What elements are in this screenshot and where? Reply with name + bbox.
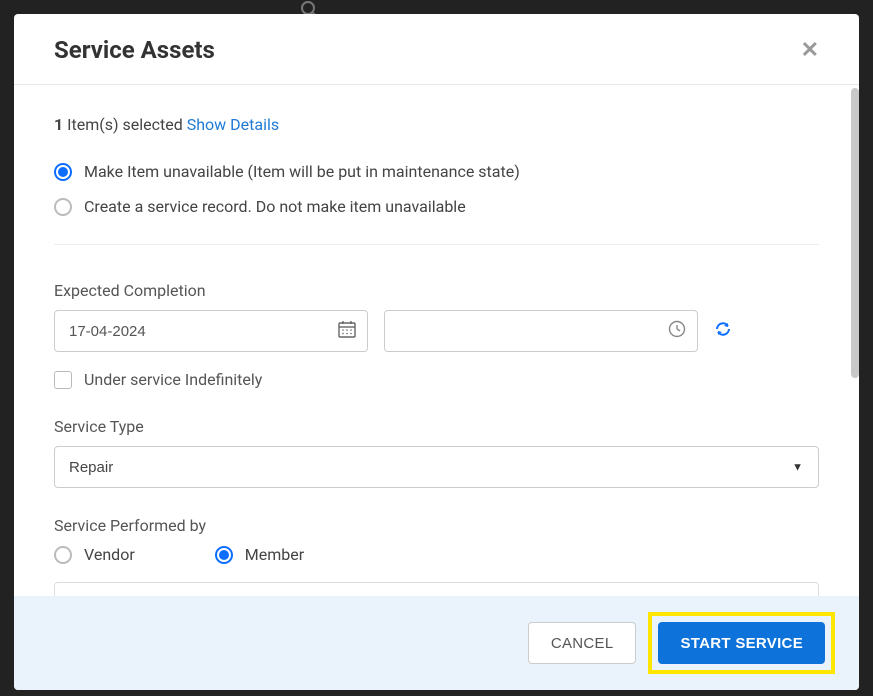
checkbox-icon — [54, 371, 72, 389]
member-select[interactable]: Henry Smith — [54, 582, 819, 596]
date-input[interactable] — [54, 310, 368, 352]
date-time-row — [54, 310, 819, 352]
checkbox-label: Under service Indefinitely — [84, 370, 262, 389]
radio-icon — [54, 198, 72, 216]
highlight-box: START SERVICE — [648, 612, 835, 674]
time-input-wrap — [384, 310, 698, 352]
divider — [54, 244, 819, 245]
availability-radio-group: Make Item unavailable (Item will be put … — [54, 162, 819, 216]
time-input[interactable] — [384, 310, 698, 352]
service-assets-modal: Service Assets ✕ 1 Item(s) selected Show… — [14, 14, 859, 690]
modal-footer: CANCEL START SERVICE — [14, 596, 859, 690]
close-button[interactable]: ✕ — [801, 37, 819, 63]
radio-icon — [54, 163, 72, 181]
modal-body: 1 Item(s) selected Show Details Make Ite… — [14, 85, 859, 596]
radio-icon — [215, 546, 233, 564]
expected-completion-label: Expected Completion — [54, 281, 819, 300]
service-type-select-wrap: Repair ▼ — [54, 446, 819, 488]
start-service-button[interactable]: START SERVICE — [658, 622, 825, 664]
close-icon: ✕ — [801, 37, 819, 62]
radio-make-unavailable[interactable]: Make Item unavailable (Item will be put … — [54, 162, 819, 181]
member-select-wrap: Henry Smith ▼ — [54, 582, 819, 596]
performed-by-label: Service Performed by — [54, 516, 819, 535]
indefinite-checkbox-row[interactable]: Under service Indefinitely — [54, 370, 819, 389]
radio-label: Member — [245, 545, 304, 564]
date-input-wrap — [54, 310, 368, 352]
radio-vendor[interactable]: Vendor — [54, 545, 135, 564]
service-type-label: Service Type — [54, 417, 819, 436]
items-selected-row: 1 Item(s) selected Show Details — [54, 115, 819, 134]
refresh-button[interactable] — [714, 320, 732, 342]
modal-title: Service Assets — [54, 36, 215, 64]
radio-icon — [54, 546, 72, 564]
radio-label: Vendor — [84, 545, 135, 564]
items-count: 1 — [54, 115, 63, 134]
cancel-button[interactable]: CANCEL — [528, 622, 637, 664]
service-type-select[interactable]: Repair — [54, 446, 819, 488]
modal-header: Service Assets ✕ — [14, 14, 859, 85]
radio-label: Make Item unavailable (Item will be put … — [84, 162, 520, 181]
radio-label: Create a service record. Do not make ite… — [84, 197, 466, 216]
show-details-link[interactable]: Show Details — [187, 115, 279, 134]
items-suffix: Item(s) selected — [63, 115, 187, 134]
radio-create-record[interactable]: Create a service record. Do not make ite… — [54, 197, 819, 216]
radio-member[interactable]: Member — [215, 545, 304, 564]
performed-by-radio-group: Vendor Member — [54, 545, 819, 564]
